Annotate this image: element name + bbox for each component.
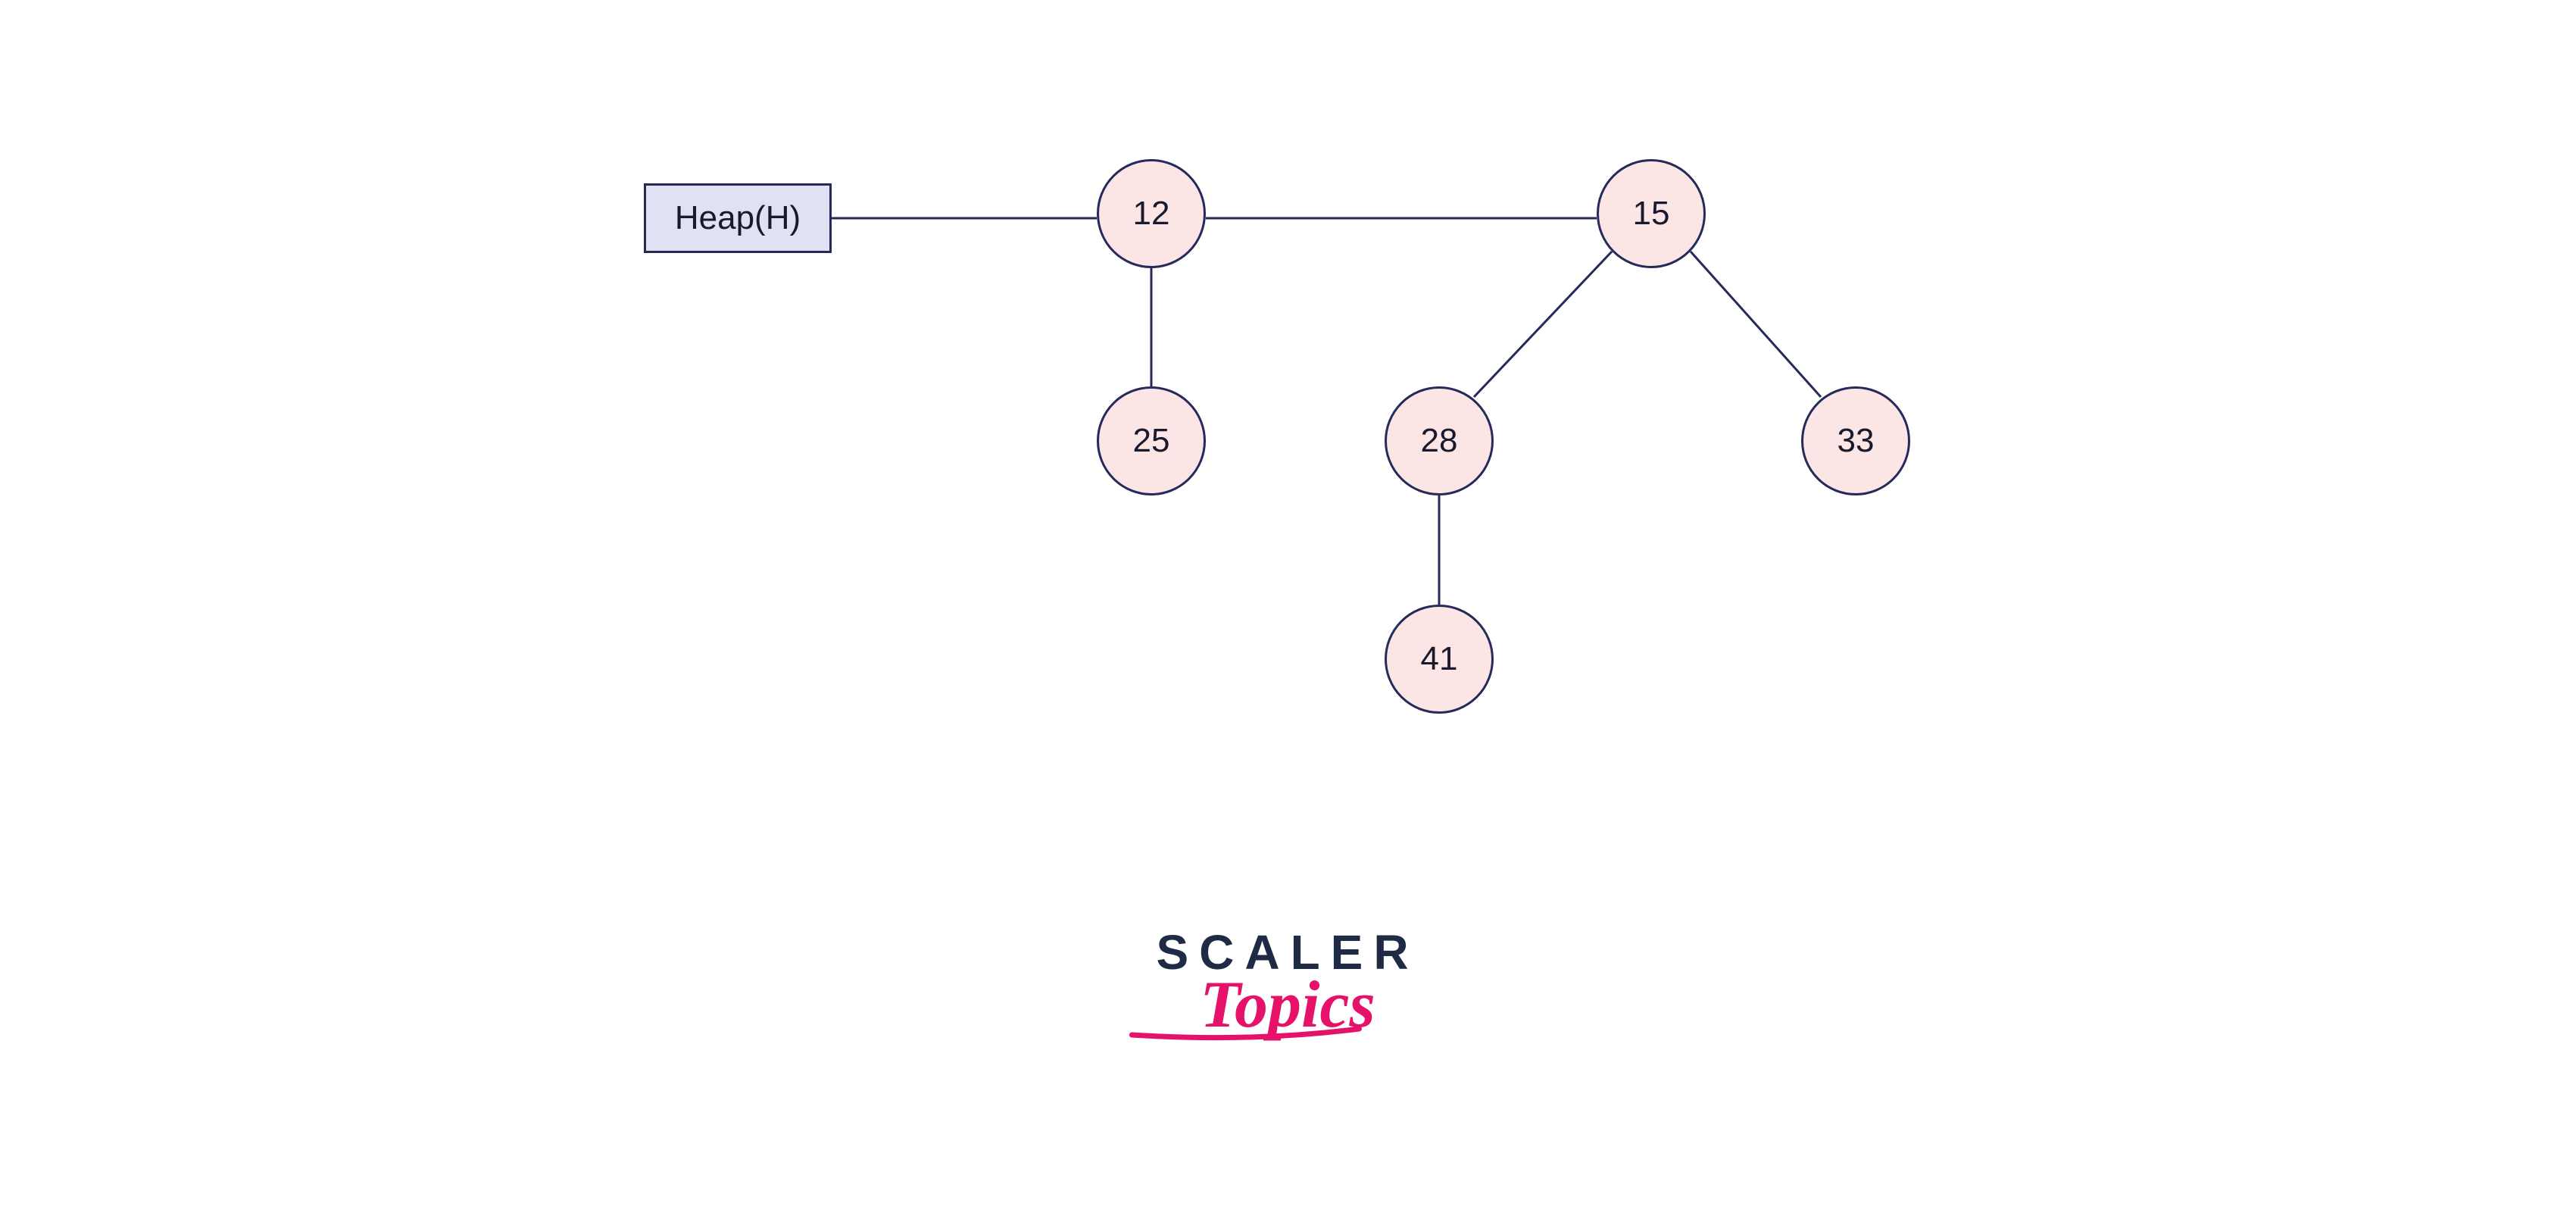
edge-15-28: [1474, 252, 1612, 397]
edge-15-33: [1691, 252, 1821, 397]
scaler-topics-logo: SCALER Topics: [1156, 924, 1419, 1043]
node-label: 12: [1133, 195, 1170, 233]
node-label: 33: [1838, 422, 1875, 460]
logo-underline-icon: [1124, 1024, 1397, 1047]
heap-root-box: Heap(H): [644, 183, 832, 253]
node-15: 15: [1597, 159, 1706, 268]
node-label: 41: [1421, 640, 1458, 678]
node-label: 15: [1633, 195, 1670, 233]
node-label: 28: [1421, 422, 1458, 460]
node-12: 12: [1097, 159, 1206, 268]
node-41: 41: [1385, 605, 1494, 714]
node-28: 28: [1385, 386, 1494, 495]
heap-root-label: Heap(H): [675, 199, 801, 237]
node-33: 33: [1801, 386, 1910, 495]
node-label: 25: [1133, 422, 1170, 460]
node-25: 25: [1097, 386, 1206, 495]
binomial-heap-diagram: Heap(H) 12 15 25 28 33 41 SCALER Topics: [0, 0, 2576, 1219]
